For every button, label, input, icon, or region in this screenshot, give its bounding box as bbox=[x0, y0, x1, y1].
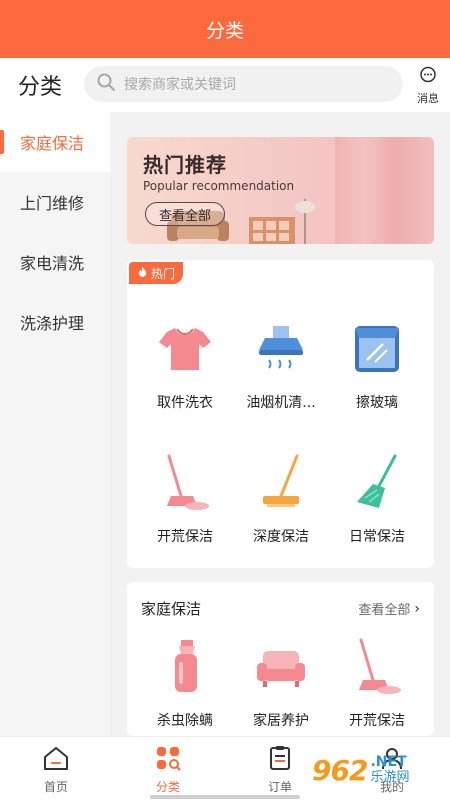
service-item-label: 取件洗衣 bbox=[157, 395, 213, 411]
message-label: 消息 bbox=[417, 92, 439, 105]
banner-subtitle: Popular recommendation bbox=[143, 179, 295, 193]
service-item-laundry-pickup[interactable]: 取件洗衣 bbox=[139, 308, 231, 418]
service-item-home-maintenance[interactable]: 家居养护 bbox=[235, 626, 327, 736]
curtain-decoration bbox=[335, 137, 434, 244]
tab-label: 订单 bbox=[267, 780, 292, 794]
flame-icon bbox=[137, 266, 148, 280]
section-title: 家庭保洁 bbox=[141, 600, 202, 618]
sidebar-item-appliance-cleaning[interactable]: 家电清洗 bbox=[0, 232, 110, 292]
search-placeholder: 搜索商家或关键词 bbox=[124, 77, 236, 93]
site-watermark: 962 .NET 乐游网 bbox=[312, 748, 446, 792]
spray-bottle-icon bbox=[145, 626, 225, 706]
sofa-icon bbox=[241, 626, 321, 706]
tab-orders[interactable]: 订单 bbox=[240, 745, 320, 795]
order-icon bbox=[268, 745, 292, 775]
home-indicator bbox=[150, 795, 300, 799]
tab-home[interactable]: 首页 bbox=[16, 745, 96, 795]
mop-icon bbox=[145, 442, 225, 522]
service-item-range-hood[interactable]: 油烟机清... bbox=[235, 308, 327, 418]
range-hood-icon bbox=[241, 308, 321, 388]
window-icon bbox=[337, 308, 417, 388]
home-cleaning-section: 家庭保洁 查看全部 › 杀虫除螨 家居养护 开荒保洁 bbox=[127, 582, 434, 736]
watermark-number: 962 bbox=[312, 753, 368, 787]
category-content: 热门推荐 Popular recommendation 查看全部 热门 取件洗衣 bbox=[110, 112, 450, 736]
section-view-all-label: 查看全部 bbox=[358, 603, 411, 618]
sidebar-item-label: 洗涤护理 bbox=[20, 314, 85, 333]
view-all-button[interactable]: 查看全部 bbox=[145, 202, 225, 226]
recommendation-banner[interactable]: 热门推荐 Popular recommendation 查看全部 bbox=[127, 137, 434, 244]
app-bar-title: 分类 bbox=[205, 19, 244, 42]
message-button[interactable]: 消息 bbox=[410, 66, 446, 106]
broom-icon bbox=[337, 442, 417, 522]
tab-category[interactable]: 分类 bbox=[128, 745, 208, 795]
service-item-label: 杀虫除螨 bbox=[157, 713, 213, 729]
floor-mop-icon bbox=[241, 442, 321, 522]
service-item-label: 深度保洁 bbox=[253, 529, 309, 545]
banner-title: 热门推荐 bbox=[143, 153, 227, 177]
sidebar-item-label: 家电清洗 bbox=[20, 254, 85, 273]
sidebar-item-label: 家庭保洁 bbox=[20, 134, 85, 153]
hot-tag: 热门 bbox=[129, 262, 184, 284]
service-item-post-renovation[interactable]: 开荒保洁 bbox=[139, 442, 231, 552]
tab-label: 首页 bbox=[43, 780, 68, 794]
service-item-label: 家居养护 bbox=[253, 713, 309, 729]
service-item-label: 擦玻璃 bbox=[356, 395, 398, 411]
section-view-all-link[interactable]: 查看全部 › bbox=[358, 599, 420, 619]
service-item-label: 日常保洁 bbox=[349, 529, 405, 545]
watermark-net: .NET bbox=[370, 754, 407, 770]
service-item-label: 油烟机清... bbox=[246, 395, 316, 411]
category-icon bbox=[155, 745, 181, 775]
sidebar-item-home-cleaning[interactable]: 家庭保洁 bbox=[0, 112, 110, 172]
sidebar-item-repair[interactable]: 上门维修 bbox=[0, 172, 110, 232]
sidebar-item-laundry-care[interactable]: 洗涤护理 bbox=[0, 292, 110, 352]
shelf-illustration-icon bbox=[249, 199, 315, 244]
search-icon bbox=[96, 72, 116, 96]
chevron-right-icon: › bbox=[414, 600, 420, 617]
service-item-label: 开荒保洁 bbox=[349, 713, 405, 729]
mop-icon bbox=[337, 626, 417, 706]
shirt-icon bbox=[145, 308, 225, 388]
top-app-bar: 分类 bbox=[0, 0, 450, 58]
search-input[interactable]: 搜索商家或关键词 bbox=[84, 66, 403, 102]
service-item-deep-cleaning[interactable]: 深度保洁 bbox=[235, 442, 327, 552]
sidebar-item-label: 上门维修 bbox=[20, 194, 85, 213]
service-item-label: 开荒保洁 bbox=[157, 529, 213, 545]
watermark-cn: 乐游网 bbox=[370, 770, 410, 785]
home-icon bbox=[42, 745, 70, 775]
tab-label: 分类 bbox=[155, 780, 180, 794]
category-sidebar: 家庭保洁 上门维修 家电清洗 洗涤护理 bbox=[0, 112, 110, 736]
page-title: 分类 bbox=[18, 75, 63, 100]
service-item-pest-control[interactable]: 杀虫除螨 bbox=[139, 626, 231, 736]
hot-tag-label: 热门 bbox=[151, 266, 176, 281]
hot-services-card: 热门 取件洗衣 油烟机清... 擦玻璃 开荒保洁 深度保洁 日常保洁 bbox=[127, 260, 434, 568]
service-item-glass-cleaning[interactable]: 擦玻璃 bbox=[331, 308, 423, 418]
service-item-daily-cleaning[interactable]: 日常保洁 bbox=[331, 442, 423, 552]
page-header: 分类 搜索商家或关键词 消息 bbox=[0, 58, 450, 112]
chat-bubble-icon bbox=[419, 66, 437, 88]
service-item-post-renovation-2[interactable]: 开荒保洁 bbox=[331, 626, 423, 736]
